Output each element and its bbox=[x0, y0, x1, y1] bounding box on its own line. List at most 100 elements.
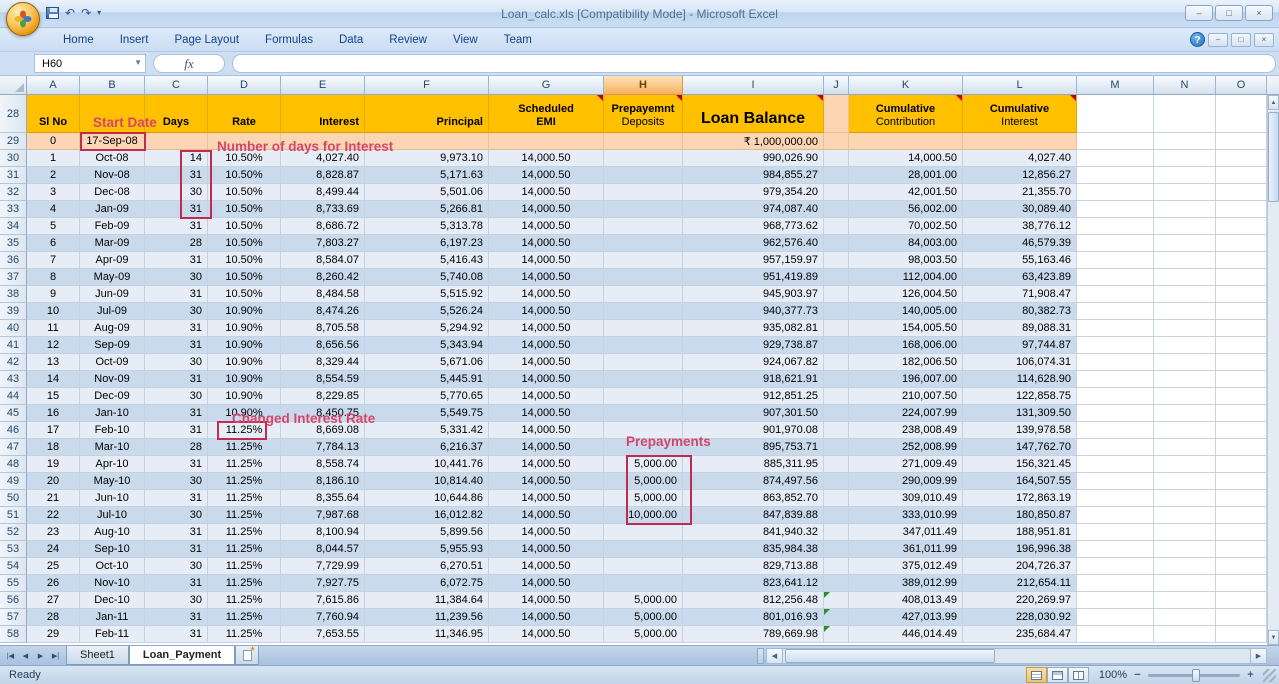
cell-B45[interactable]: Jan-10 bbox=[80, 405, 145, 422]
cell-K53[interactable]: 361,011.99 bbox=[849, 541, 963, 558]
cell-J41[interactable] bbox=[824, 337, 849, 354]
office-button[interactable] bbox=[6, 2, 40, 36]
cell-K33[interactable]: 56,002.00 bbox=[849, 201, 963, 218]
cell-E43[interactable]: 8,554.59 bbox=[281, 371, 365, 388]
cell-D35[interactable]: 10.50% bbox=[208, 235, 281, 252]
cell-F40[interactable]: 5,294.92 bbox=[365, 320, 489, 337]
cell-H54[interactable] bbox=[604, 558, 683, 575]
cell-K57[interactable]: 427,013.99 bbox=[849, 609, 963, 626]
cell-B33[interactable]: Jan-09 bbox=[80, 201, 145, 218]
cell-F58[interactable]: 11,346.95 bbox=[365, 626, 489, 643]
cell-M57[interactable] bbox=[1077, 609, 1154, 626]
cell-N49[interactable] bbox=[1154, 473, 1216, 490]
cell-I56[interactable]: 812,256.48 bbox=[683, 592, 824, 609]
ribbon-tab-page-layout[interactable]: Page Layout bbox=[161, 30, 252, 49]
cell-I51[interactable]: 847,839.88 bbox=[683, 507, 824, 524]
cell-D36[interactable]: 10.50% bbox=[208, 252, 281, 269]
vertical-scrollbar-thumb[interactable] bbox=[1268, 112, 1279, 202]
cell-F42[interactable]: 5,671.06 bbox=[365, 354, 489, 371]
cell-J37[interactable] bbox=[824, 269, 849, 286]
cell-E52[interactable]: 8,100.94 bbox=[281, 524, 365, 541]
cell-N58[interactable] bbox=[1154, 626, 1216, 643]
zoom-in-button[interactable]: + bbox=[1244, 669, 1257, 681]
cell-F50[interactable]: 10,644.86 bbox=[365, 490, 489, 507]
cell-B46[interactable]: Feb-10 bbox=[80, 422, 145, 439]
row-header-40[interactable]: 40 bbox=[0, 320, 27, 337]
row-header-46[interactable]: 46 bbox=[0, 422, 27, 439]
cell-A29[interactable]: 0 bbox=[27, 133, 80, 150]
scroll-down-icon[interactable]: ▼ bbox=[1268, 630, 1279, 645]
cell-I43[interactable]: 918,621.91 bbox=[683, 371, 824, 388]
cell-H30[interactable] bbox=[604, 150, 683, 167]
cell-L30[interactable]: 4,027.40 bbox=[963, 150, 1077, 167]
header-interest[interactable]: Interest bbox=[281, 95, 365, 133]
cell-F35[interactable]: 6,197.23 bbox=[365, 235, 489, 252]
cell-G54[interactable]: 14,000.50 bbox=[489, 558, 604, 575]
next-sheet-button[interactable]: ▶ bbox=[34, 649, 47, 663]
cell-O42[interactable] bbox=[1216, 354, 1267, 371]
cell-A44[interactable]: 15 bbox=[27, 388, 80, 405]
cell-L38[interactable]: 71,908.47 bbox=[963, 286, 1077, 303]
cell-K39[interactable]: 140,005.00 bbox=[849, 303, 963, 320]
cell-A45[interactable]: 16 bbox=[27, 405, 80, 422]
column-header-F[interactable]: F bbox=[365, 76, 489, 95]
cell-H39[interactable] bbox=[604, 303, 683, 320]
cell-A57[interactable]: 28 bbox=[27, 609, 80, 626]
cell-H34[interactable] bbox=[604, 218, 683, 235]
cell-H38[interactable] bbox=[604, 286, 683, 303]
page-layout-view-button[interactable] bbox=[1047, 667, 1068, 683]
cell-D41[interactable]: 10.90% bbox=[208, 337, 281, 354]
cell-F52[interactable]: 5,899.56 bbox=[365, 524, 489, 541]
cell-N41[interactable] bbox=[1154, 337, 1216, 354]
column-header-B[interactable]: B bbox=[80, 76, 145, 95]
zoom-out-button[interactable]: − bbox=[1131, 669, 1144, 681]
cell-J43[interactable] bbox=[824, 371, 849, 388]
cell-M49[interactable] bbox=[1077, 473, 1154, 490]
cell-E36[interactable]: 8,584.07 bbox=[281, 252, 365, 269]
cell-M43[interactable] bbox=[1077, 371, 1154, 388]
cell-K54[interactable]: 375,012.49 bbox=[849, 558, 963, 575]
cell-F46[interactable]: 5,331.42 bbox=[365, 422, 489, 439]
cell-O36[interactable] bbox=[1216, 252, 1267, 269]
cell-N29[interactable] bbox=[1154, 133, 1216, 150]
cell-K56[interactable]: 408,013.49 bbox=[849, 592, 963, 609]
cell-E51[interactable]: 7,987.68 bbox=[281, 507, 365, 524]
cell-C29[interactable] bbox=[145, 133, 208, 150]
cell-I48[interactable]: 885,311.95 bbox=[683, 456, 824, 473]
cell-O45[interactable] bbox=[1216, 405, 1267, 422]
column-header-C[interactable]: C bbox=[145, 76, 208, 95]
cell-K55[interactable]: 389,012.99 bbox=[849, 575, 963, 592]
cell-G40[interactable]: 14,000.50 bbox=[489, 320, 604, 337]
cell-N53[interactable] bbox=[1154, 541, 1216, 558]
cell-G42[interactable]: 14,000.50 bbox=[489, 354, 604, 371]
cell-G33[interactable]: 14,000.50 bbox=[489, 201, 604, 218]
cell-E35[interactable]: 7,803.27 bbox=[281, 235, 365, 252]
ribbon-tab-view[interactable]: View bbox=[440, 30, 491, 49]
cell-C45[interactable]: 31 bbox=[145, 405, 208, 422]
cell-F53[interactable]: 5,955.93 bbox=[365, 541, 489, 558]
cell-O49[interactable] bbox=[1216, 473, 1267, 490]
cell-L41[interactable]: 97,744.87 bbox=[963, 337, 1077, 354]
cell-E58[interactable]: 7,653.55 bbox=[281, 626, 365, 643]
cell-M30[interactable] bbox=[1077, 150, 1154, 167]
cell-O32[interactable] bbox=[1216, 184, 1267, 201]
cell-B53[interactable]: Sep-10 bbox=[80, 541, 145, 558]
cell-D40[interactable]: 10.90% bbox=[208, 320, 281, 337]
row-header-28[interactable]: 28 bbox=[0, 95, 27, 133]
row-header-48[interactable]: 48 bbox=[0, 456, 27, 473]
cell-I34[interactable]: 968,773.62 bbox=[683, 218, 824, 235]
cell-D38[interactable]: 10.50% bbox=[208, 286, 281, 303]
cell-K32[interactable]: 42,001.50 bbox=[849, 184, 963, 201]
cell-I50[interactable]: 863,852.70 bbox=[683, 490, 824, 507]
cell-F31[interactable]: 5,171.63 bbox=[365, 167, 489, 184]
cell-A46[interactable]: 17 bbox=[27, 422, 80, 439]
cell-M31[interactable] bbox=[1077, 167, 1154, 184]
cell-C37[interactable]: 30 bbox=[145, 269, 208, 286]
cell-G29[interactable] bbox=[489, 133, 604, 150]
cell-B55[interactable]: Nov-10 bbox=[80, 575, 145, 592]
cell-H31[interactable] bbox=[604, 167, 683, 184]
cell-J49[interactable] bbox=[824, 473, 849, 490]
cell-B49[interactable]: May-10 bbox=[80, 473, 145, 490]
cell-J54[interactable] bbox=[824, 558, 849, 575]
cell-L56[interactable]: 220,269.97 bbox=[963, 592, 1077, 609]
